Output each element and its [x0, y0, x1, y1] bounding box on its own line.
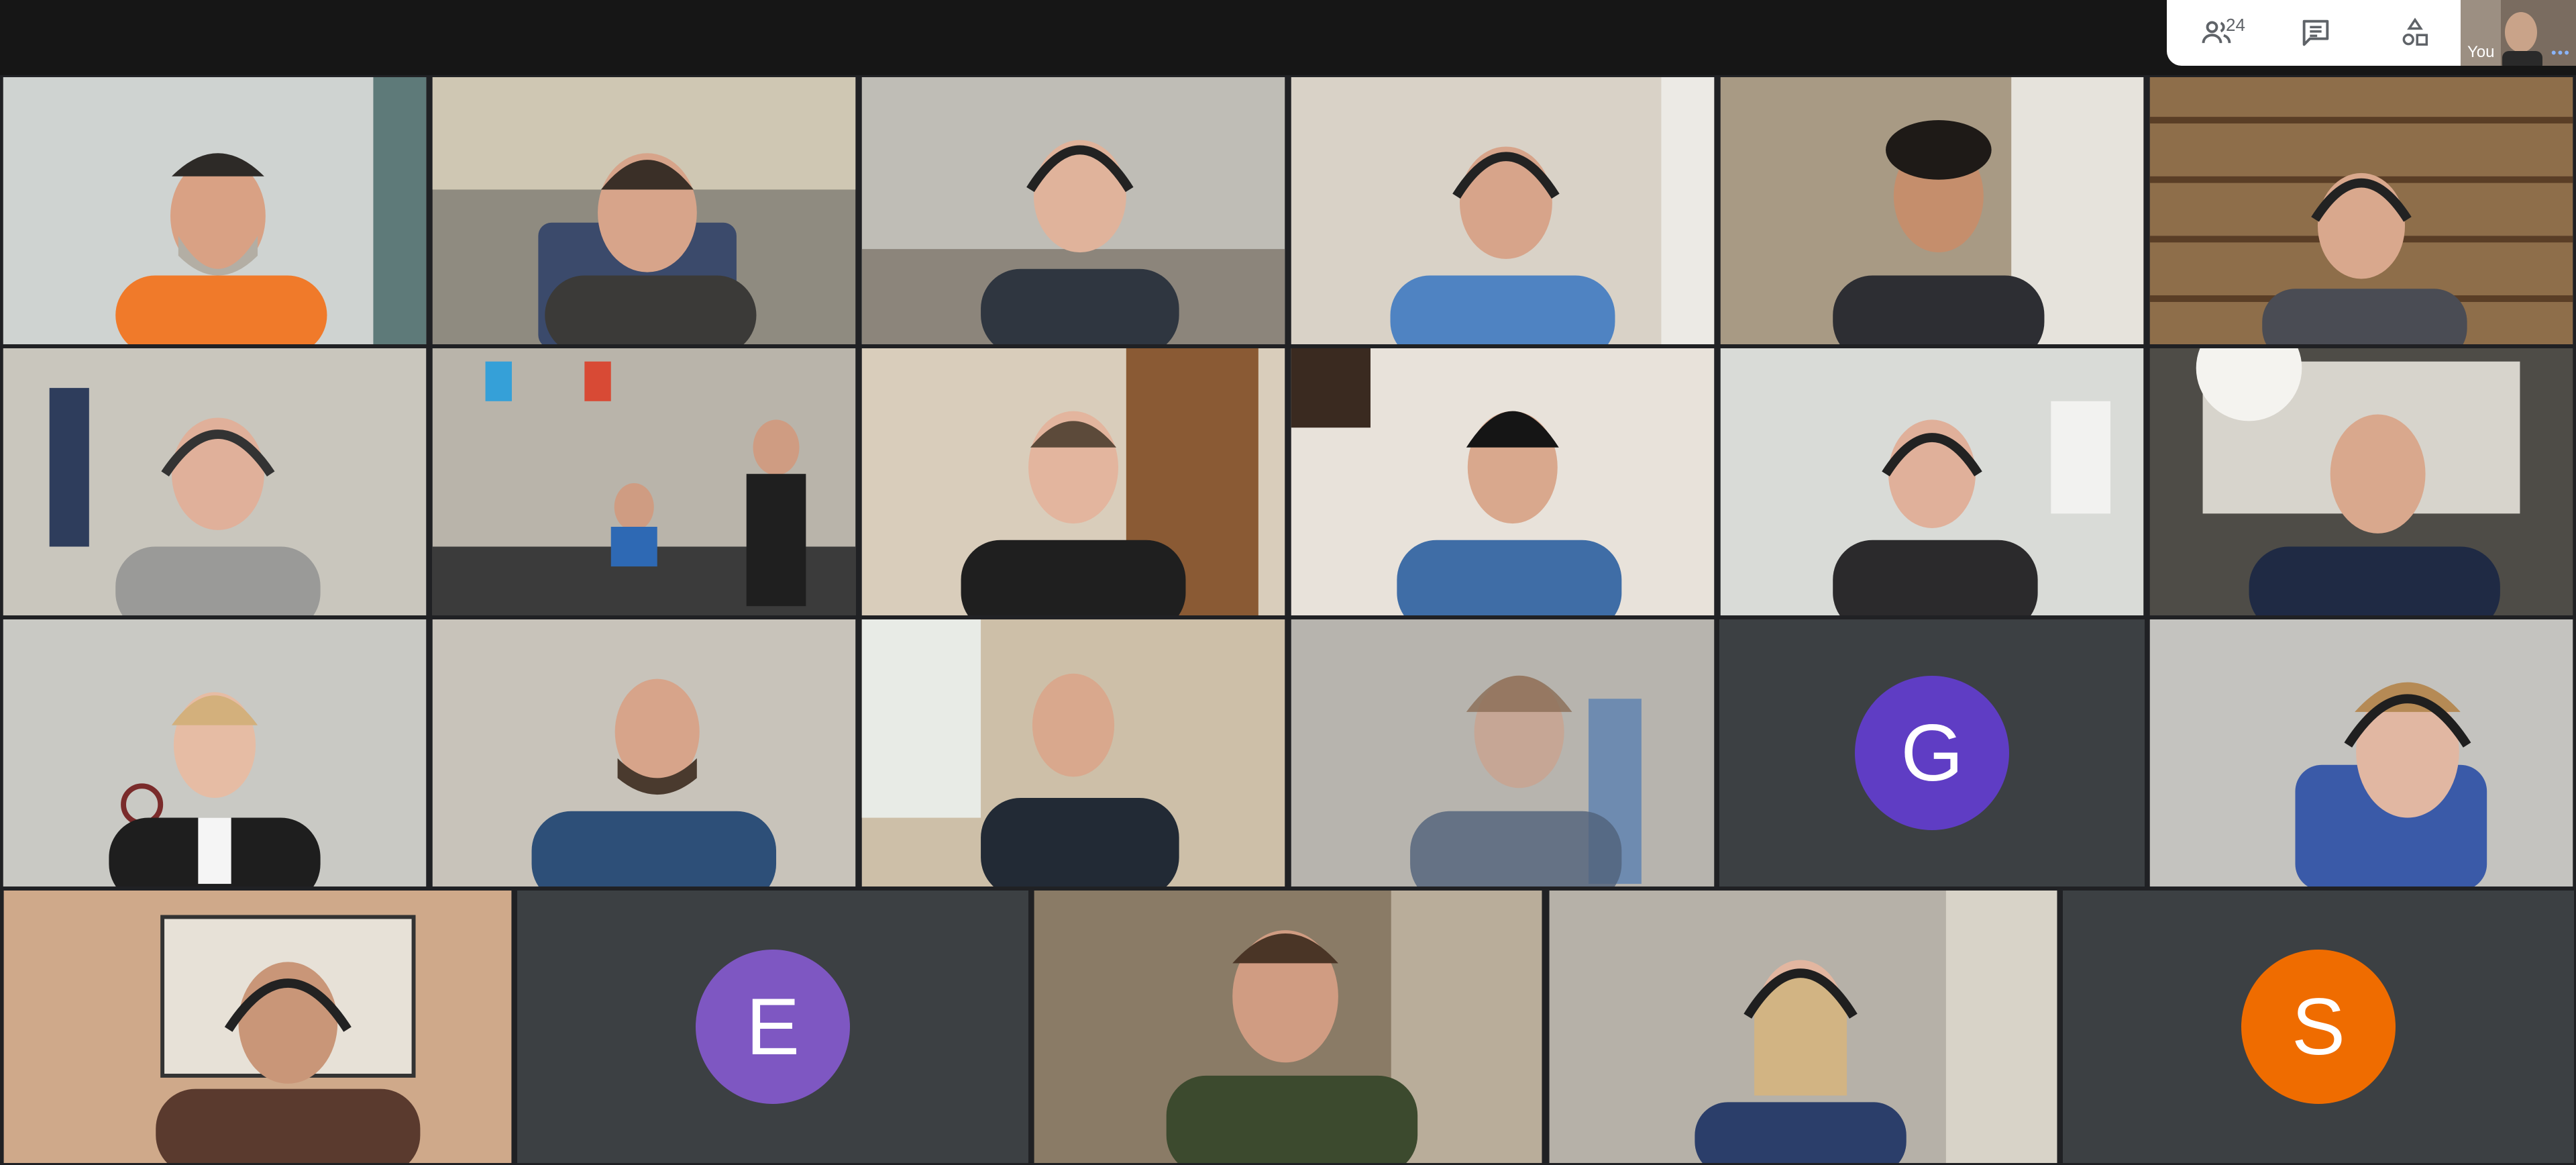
chat-button[interactable] [2266, 0, 2365, 66]
participant-grid: G E S [0, 75, 2576, 1165]
participant-video [1720, 77, 2144, 344]
people-button[interactable]: 24 [2167, 0, 2266, 66]
participant-video [1291, 77, 1715, 344]
self-label: You [2467, 43, 2495, 61]
participant-tile[interactable] [1546, 889, 2061, 1165]
participant-tile[interactable] [1288, 75, 1717, 346]
participant-tile[interactable] [429, 75, 859, 346]
participant-video [1720, 348, 2144, 615]
participant-video [861, 619, 1285, 887]
participant-tile[interactable] [0, 346, 429, 617]
participant-tile[interactable] [2147, 617, 2576, 889]
participant-video [1549, 891, 2057, 1163]
participant-video [432, 348, 856, 615]
participant-count-badge: 24 [2226, 15, 2245, 35]
participant-video [432, 77, 856, 344]
participant-tile[interactable] [1717, 346, 2147, 617]
participant-video [861, 348, 1285, 615]
meeting-controls: 24 You ••• [2167, 0, 2576, 66]
chat-icon [2302, 19, 2329, 46]
shapes-icon [2402, 17, 2428, 46]
participant-video [1291, 619, 1715, 887]
participant-tile[interactable]: S [2061, 889, 2576, 1165]
participant-tile[interactable] [0, 889, 515, 1165]
participant-tile[interactable] [2147, 75, 2576, 346]
participant-tile[interactable] [429, 617, 859, 889]
participant-tile[interactable] [859, 617, 1288, 889]
participant-tile[interactable] [859, 75, 1288, 346]
participant-tile[interactable]: G [1717, 617, 2147, 889]
participant-video [3, 891, 512, 1163]
participant-video [2149, 619, 2573, 887]
participant-tile[interactable] [0, 617, 429, 889]
participant-video [3, 348, 427, 615]
participant-tile[interactable] [1030, 889, 1546, 1165]
participant-video [3, 77, 427, 344]
more-dots-icon[interactable]: ••• [2551, 44, 2571, 62]
participant-video [2149, 348, 2573, 615]
participant-tile[interactable]: E [515, 889, 1030, 1165]
participant-tile[interactable] [859, 346, 1288, 617]
participant-video [2149, 77, 2573, 344]
participant-video [1034, 891, 1542, 1163]
participant-tile[interactable] [1288, 617, 1717, 889]
activities-button[interactable] [2365, 0, 2465, 66]
participant-avatar: E [696, 950, 850, 1104]
participant-tile[interactable] [429, 346, 859, 617]
participant-avatar: G [1855, 676, 2009, 830]
participant-tile[interactable] [1717, 75, 2147, 346]
participant-video [432, 619, 856, 887]
self-view-tile[interactable]: You ••• [2461, 0, 2576, 66]
participant-tile[interactable] [0, 75, 429, 346]
participant-tile[interactable] [2147, 346, 2576, 617]
participant-avatar: S [2241, 950, 2396, 1104]
participant-video [1291, 348, 1715, 615]
participant-video [3, 619, 427, 887]
participant-tile[interactable] [1288, 346, 1717, 617]
participant-video [861, 77, 1285, 344]
